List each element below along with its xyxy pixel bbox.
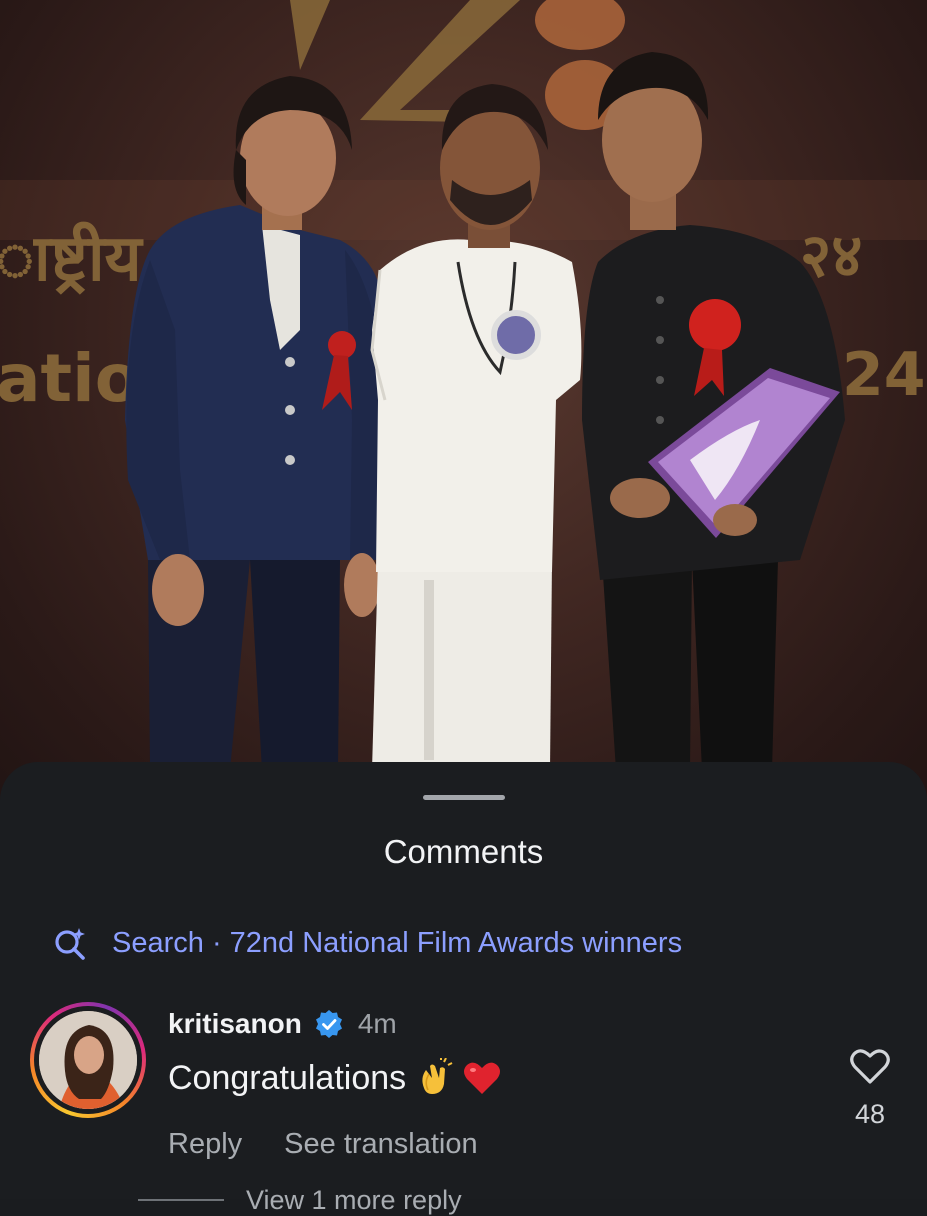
avatar [39,1011,137,1109]
red-heart-emoji [464,1062,501,1094]
see-translation-button[interactable]: See translation [284,1127,477,1161]
search-prefix: Search · [112,927,230,959]
search-query: 72nd National Film Awards winners [229,927,683,959]
sparkle-search-icon [55,928,85,960]
comments-sheet: Comments Search · 72nd National Film Awa… [0,762,927,1215]
avatar-story-ring[interactable] [30,1002,146,1118]
sheet-title: Comments [383,833,544,870]
three-people-illustration [125,52,845,770]
post-photo[interactable]: ाष्ट्रीय २४ atio 24 [0,0,927,820]
heart-outline-icon[interactable] [849,1046,891,1086]
comment-timestamp: 4m [357,1008,397,1039]
comment-item: kritisanon 4m Congratulations Reply See … [30,1002,900,1162]
view-more-replies-label: View 1 more reply [246,1185,462,1215]
replies-divider [138,1199,224,1201]
like-control: 48 [840,1046,900,1130]
like-count: 48 [854,1099,886,1129]
comment-username[interactable]: kritisanon [168,1007,302,1041]
person-right [582,52,845,770]
avatar-image [39,1011,137,1109]
person-middle [370,84,582,770]
sheet-drag-handle[interactable] [423,795,505,800]
view-more-replies[interactable]: View 1 more reply [138,1184,462,1216]
comment-text: Congratulations [168,1059,407,1097]
search-suggestion[interactable]: Search · 72nd National Film Awards winne… [52,922,682,964]
reply-button[interactable]: Reply [168,1127,242,1161]
clapping-hands-emoji [422,1058,453,1094]
person-left [125,76,388,770]
verified-badge-icon [315,1010,342,1038]
